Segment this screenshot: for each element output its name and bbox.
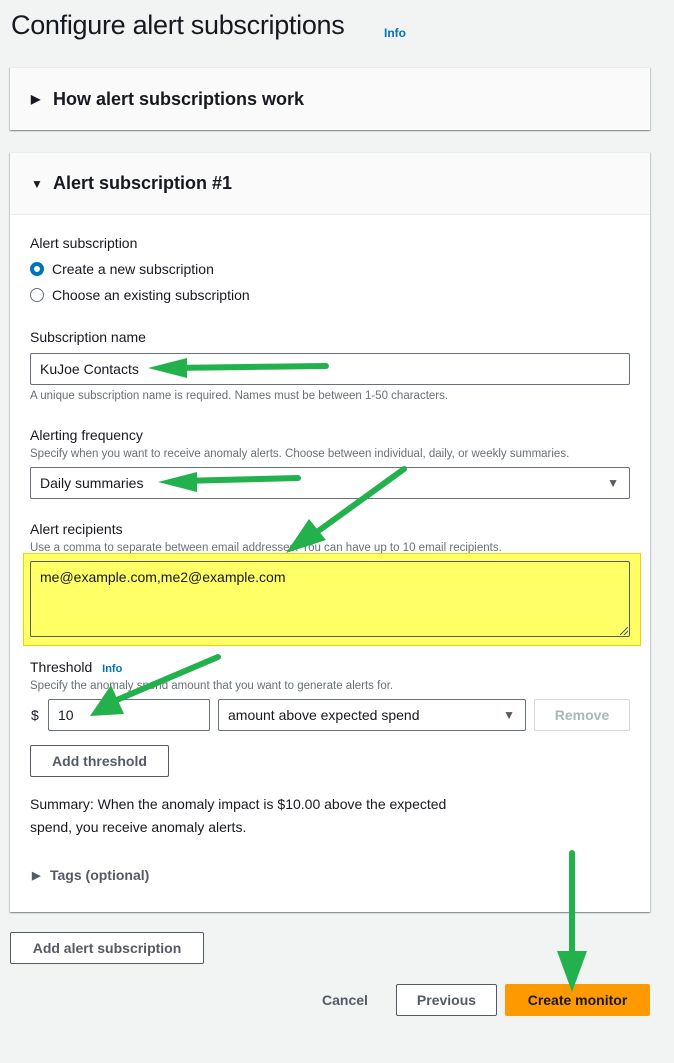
threshold-summary: Summary: When the anomaly impact is $10.… bbox=[30, 796, 447, 835]
alert-recipients-value: me@example.com,me2@example.com bbox=[40, 569, 286, 585]
alert-subscription-label: Alert subscription bbox=[30, 235, 138, 251]
cancel-button[interactable]: Cancel bbox=[310, 984, 380, 1016]
threshold-description: Specify the anomaly spend amount that yo… bbox=[30, 680, 394, 692]
threshold-amount-value: 10 bbox=[58, 707, 74, 723]
how-it-works-toggle[interactable]: ▶ How alert subscriptions work bbox=[10, 68, 650, 130]
alert-subscription-panel: ▼ Alert subscription #1 Alert subscripti… bbox=[10, 152, 650, 912]
how-it-works-panel: ▶ How alert subscriptions work bbox=[10, 67, 650, 130]
radio-choose-existing-label: Choose an existing subscription bbox=[52, 287, 250, 303]
currency-symbol: $ bbox=[31, 707, 39, 723]
threshold-info-link[interactable]: Info bbox=[102, 663, 122, 675]
alert-recipients-label: Alert recipients bbox=[30, 521, 123, 537]
radio-checked-icon bbox=[30, 262, 44, 276]
chevron-down-icon: ▼ bbox=[607, 476, 619, 490]
alerting-frequency-description: Specify when you want to receive anomaly… bbox=[30, 448, 570, 460]
previous-button[interactable]: Previous bbox=[396, 984, 497, 1016]
radio-unchecked-icon bbox=[30, 288, 44, 302]
caret-down-icon: ▼ bbox=[31, 176, 43, 191]
resize-handle-icon[interactable] bbox=[620, 627, 628, 635]
alert-subscription-title: Alert subscription #1 bbox=[53, 173, 233, 193]
radio-create-new[interactable]: Create a new subscription bbox=[30, 261, 214, 277]
create-monitor-button[interactable]: Create monitor bbox=[505, 984, 650, 1016]
chevron-down-icon: ▼ bbox=[503, 708, 515, 722]
threshold-label: Threshold Info bbox=[30, 659, 122, 675]
remove-threshold-button[interactable]: Remove bbox=[534, 699, 630, 731]
alert-subscription-toggle[interactable]: ▼ Alert subscription #1 bbox=[10, 153, 650, 215]
page-title: Configure alert subscriptions bbox=[11, 10, 345, 40]
tags-label: Tags (optional) bbox=[50, 867, 150, 883]
alerting-frequency-select[interactable]: Daily summaries ▼ bbox=[30, 467, 630, 499]
how-it-works-title: How alert subscriptions work bbox=[53, 88, 305, 109]
alert-recipients-textarea[interactable]: me@example.com,me2@example.com bbox=[30, 561, 630, 637]
caret-right-icon: ▶ bbox=[31, 92, 41, 106]
threshold-amount-input[interactable]: 10 bbox=[48, 699, 210, 731]
threshold-type-value: amount above expected spend bbox=[228, 707, 420, 723]
subscription-name-label: Subscription name bbox=[30, 329, 146, 345]
threshold-label-text: Threshold bbox=[30, 659, 93, 675]
alerting-frequency-value: Daily summaries bbox=[40, 475, 144, 491]
subscription-name-value: KuJoe Contacts bbox=[40, 361, 139, 377]
add-threshold-button[interactable]: Add threshold bbox=[30, 745, 169, 777]
caret-right-icon: ▶ bbox=[32, 869, 41, 882]
page-info-link[interactable]: Info bbox=[384, 26, 406, 40]
alerting-frequency-label: Alerting frequency bbox=[30, 427, 143, 443]
subscription-name-input[interactable]: KuJoe Contacts bbox=[30, 353, 630, 385]
radio-choose-existing[interactable]: Choose an existing subscription bbox=[30, 287, 250, 303]
tags-toggle[interactable]: ▶ Tags (optional) bbox=[32, 867, 149, 883]
radio-create-new-label: Create a new subscription bbox=[52, 261, 214, 277]
threshold-type-select[interactable]: amount above expected spend ▼ bbox=[218, 699, 526, 731]
add-alert-subscription-button[interactable]: Add alert subscription bbox=[10, 932, 204, 964]
subscription-name-hint: A unique subscription name is required. … bbox=[30, 390, 449, 402]
